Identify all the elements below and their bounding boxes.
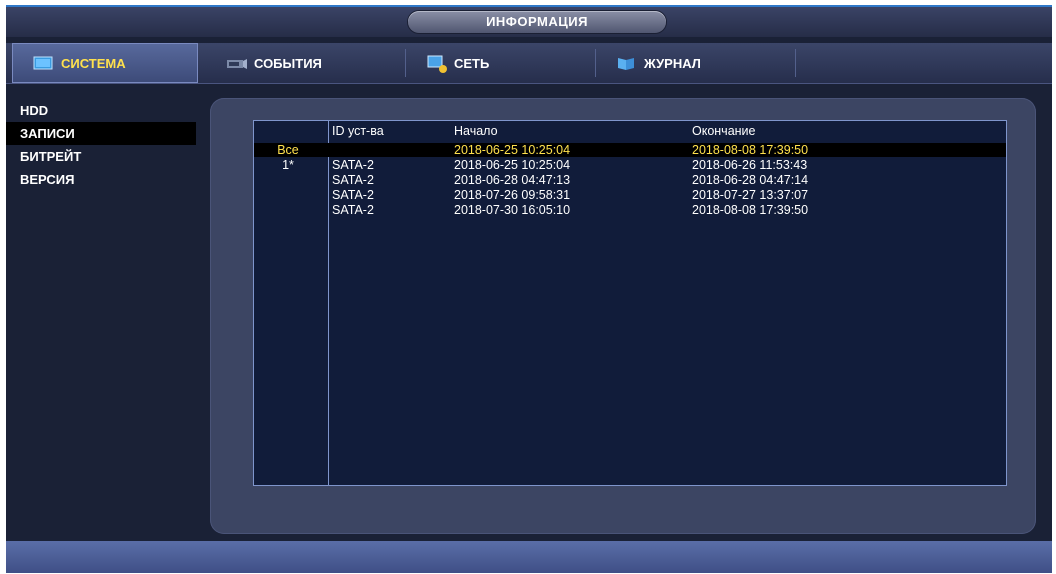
row-start: 2018-06-28 04:47:13 [454, 173, 571, 187]
tab-set[interactable]: СЕТЬ [406, 43, 596, 83]
sidebar-item-hdd[interactable]: HDD [6, 99, 196, 122]
network-icon [426, 55, 448, 73]
monitor-icon [33, 55, 55, 71]
row-device: SATA-2 [332, 158, 374, 172]
table-row[interactable]: SATA-2 2018-07-30 16:05:10 2018-08-08 17… [254, 203, 1006, 217]
title-bar: ИНФОРМАЦИЯ [6, 7, 1052, 37]
table-row[interactable]: 1* SATA-2 2018-06-25 10:25:04 2018-06-26… [254, 158, 1006, 172]
row-device: SATA-2 [332, 188, 374, 202]
row-device: SATA-2 [332, 203, 374, 217]
row-end: 2018-07-27 13:37:07 [692, 188, 809, 202]
sidebar-item-versiya[interactable]: ВЕРСИЯ [6, 168, 196, 191]
row-start: 2018-07-26 09:58:31 [454, 188, 571, 202]
tab-separator [795, 49, 796, 77]
records-panel: ID уст-ва Начало Окончание Все 2018-06-2… [210, 98, 1036, 534]
sidebar-item-zapisi[interactable]: ЗАПИСИ [6, 122, 196, 145]
camera-icon [226, 55, 248, 71]
bottom-bar [6, 541, 1052, 573]
row-index: Все [277, 143, 299, 157]
header-device-id: ID уст-ва [332, 124, 384, 138]
tab-label: СИСТЕМА [61, 55, 126, 71]
dvr-window: ИНФОРМАЦИЯ СИСТЕМА СОБЫТИЯ СЕТЬ ЖУРНАЛ H… [6, 5, 1052, 573]
table-row[interactable]: SATA-2 2018-06-28 04:47:13 2018-06-28 04… [254, 173, 1006, 187]
row-index: 1* [282, 158, 294, 172]
row-start: 2018-06-25 10:25:04 [454, 143, 571, 157]
tab-label: СЕТЬ [454, 55, 490, 71]
header-end: Окончание [692, 124, 756, 138]
log-icon [616, 55, 638, 71]
tab-bar: СИСТЕМА СОБЫТИЯ СЕТЬ ЖУРНАЛ [6, 43, 1052, 84]
row-device: SATA-2 [332, 173, 374, 187]
tab-zhurnal[interactable]: ЖУРНАЛ [596, 43, 796, 83]
row-end: 2018-08-08 17:39:50 [692, 203, 809, 217]
row-start: 2018-06-25 10:25:04 [454, 158, 571, 172]
row-start: 2018-07-30 16:05:10 [454, 203, 571, 217]
tab-label: ЖУРНАЛ [644, 55, 701, 71]
row-end: 2018-06-26 11:53:43 [692, 158, 808, 172]
tab-sistema[interactable]: СИСТЕМА [12, 43, 198, 83]
row-end: 2018-06-28 04:47:14 [692, 173, 809, 187]
tab-label: СОБЫТИЯ [254, 55, 322, 71]
table-row[interactable]: Все 2018-06-25 10:25:04 2018-08-08 17:39… [254, 143, 1006, 157]
window-title: ИНФОРМАЦИЯ [408, 11, 666, 33]
header-start: Начало [454, 124, 498, 138]
sidebar: HDD ЗАПИСИ БИТРЕЙТ ВЕРСИЯ [6, 99, 196, 191]
records-table: ID уст-ва Начало Окончание Все 2018-06-2… [253, 120, 1007, 486]
sidebar-item-bitreyt[interactable]: БИТРЕЙТ [6, 145, 196, 168]
table-row[interactable]: SATA-2 2018-07-26 09:58:31 2018-07-27 13… [254, 188, 1006, 202]
row-end: 2018-08-08 17:39:50 [692, 143, 809, 157]
tab-sobytiya[interactable]: СОБЫТИЯ [206, 43, 406, 83]
